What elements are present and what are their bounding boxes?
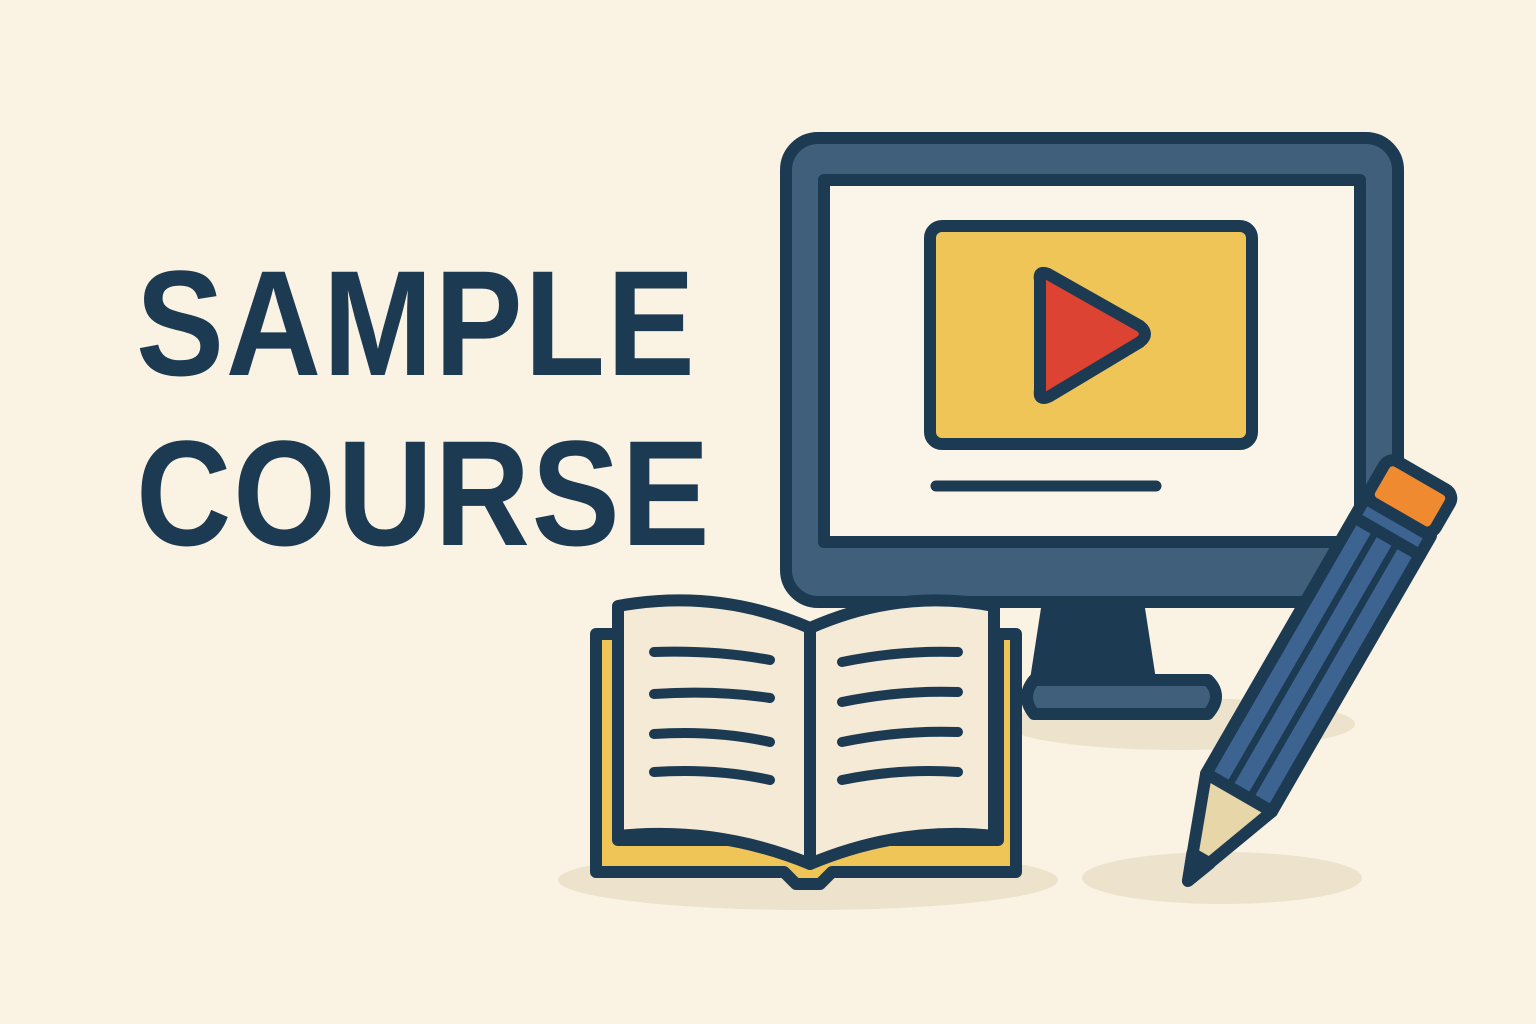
monitor-stand-base	[1021, 674, 1222, 720]
open-book-icon	[590, 594, 1022, 890]
course-illustration	[558, 132, 1458, 910]
monitor-stand-neck	[1030, 596, 1156, 686]
